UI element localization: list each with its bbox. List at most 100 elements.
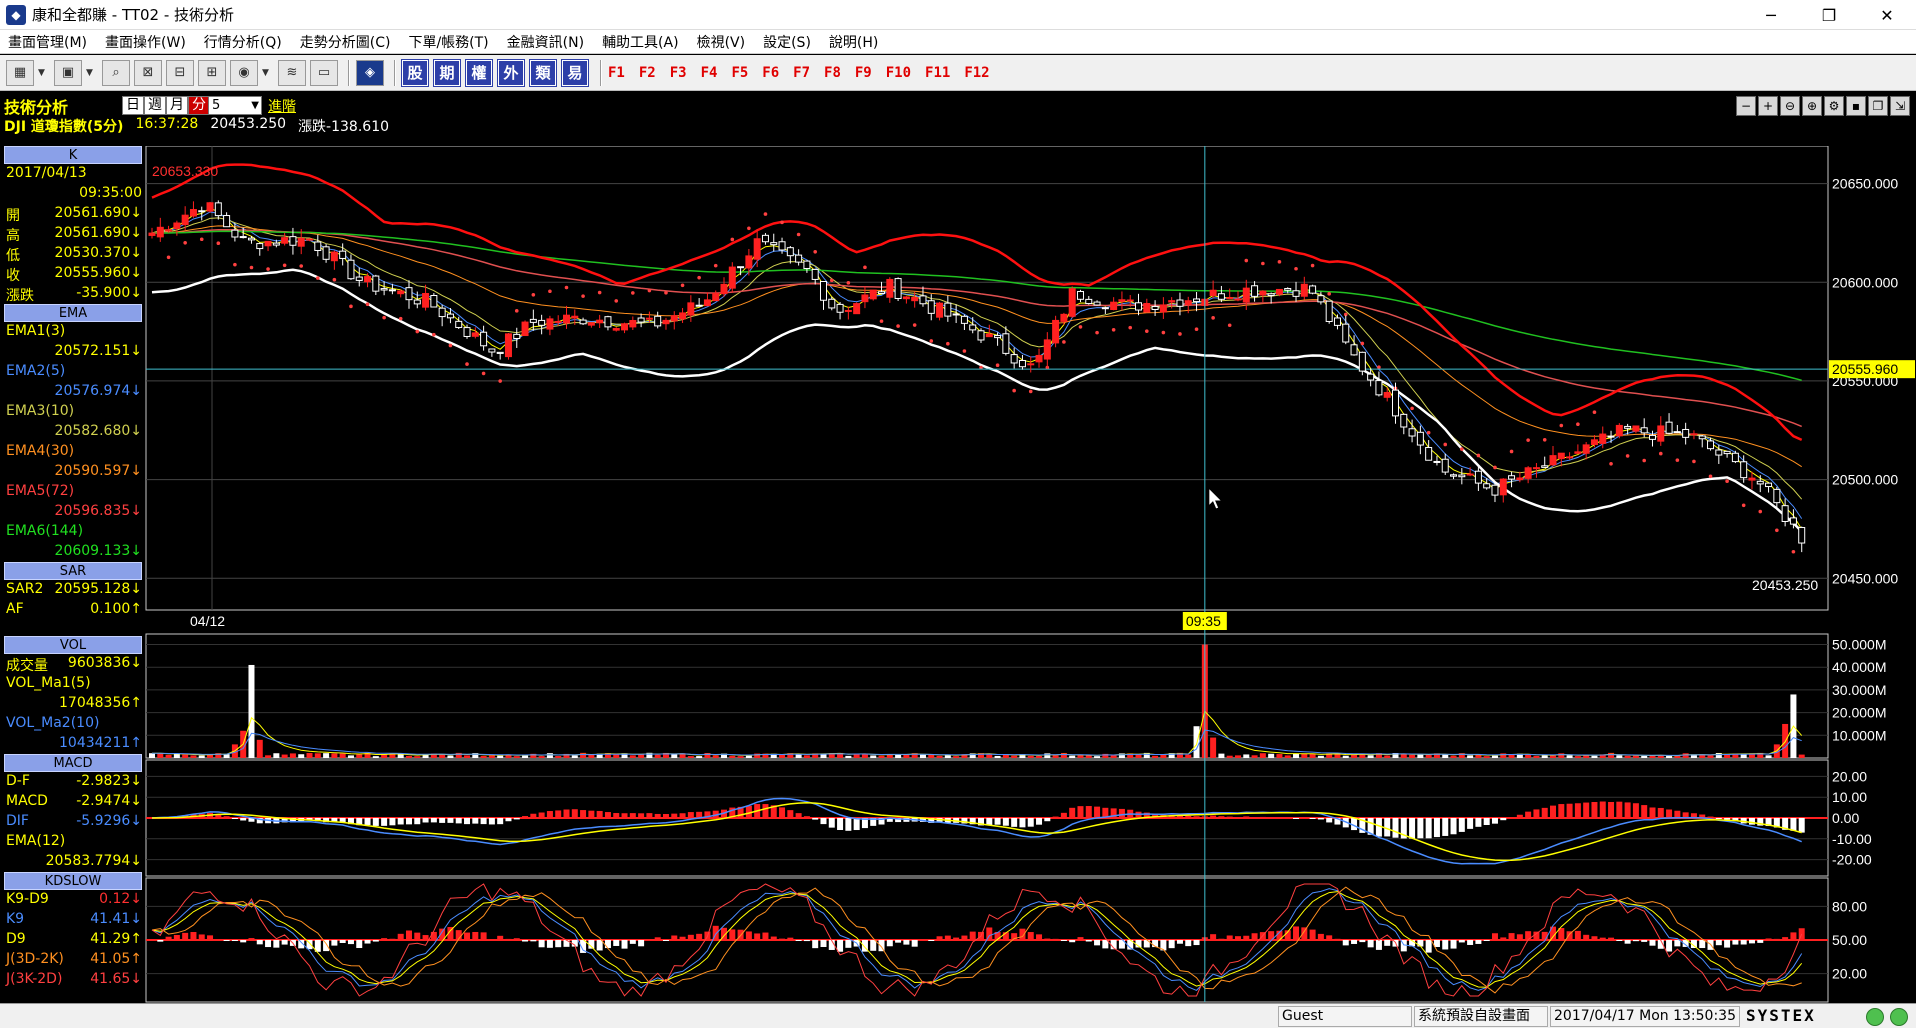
quick-stock-button[interactable]: 股 [401, 58, 429, 87]
candle-body [1060, 313, 1068, 322]
coin-icon[interactable]: ◉ [230, 59, 258, 86]
menu-screen-operate[interactable]: 畫面操作(W) [97, 32, 196, 52]
volume-bar [994, 755, 1001, 758]
interval-select[interactable]: 5 ▼ [208, 96, 262, 115]
panel-frame [145, 146, 1829, 611]
minimize-button[interactable]: ─ [1742, 0, 1800, 30]
kd-histogram-bar [422, 935, 429, 940]
candle-body [1168, 300, 1176, 303]
export-icon[interactable]: ⇲ [1890, 96, 1910, 116]
monitor-icon[interactable]: ▣ [54, 59, 82, 86]
candle-body [1002, 333, 1010, 354]
sar-dot [763, 212, 768, 216]
menu-financial-info[interactable]: 金融資訊(N) [499, 32, 594, 52]
menu-settings[interactable]: 設定(S) [755, 32, 821, 52]
search-icon[interactable]: ⌕ [102, 59, 130, 86]
kd-histogram-bar [538, 940, 545, 948]
menu-tools[interactable]: 輔助工具(A) [594, 32, 689, 52]
screen-icon[interactable]: ▭ [310, 59, 338, 86]
split-vertical-icon[interactable]: ⊞ [198, 59, 226, 86]
menu-screen-manage[interactable]: 畫面管理(M) [0, 32, 97, 52]
macd-axis-tick: 20.00 [1832, 768, 1867, 784]
volume-bar [928, 754, 935, 758]
macd-histogram-bar [1433, 818, 1440, 838]
macd-histogram-bar [488, 818, 495, 825]
fkey-f2[interactable]: F2 [639, 65, 656, 81]
menu-order-account[interactable]: 下單/帳務(T) [400, 32, 498, 52]
dropdown-arrow-icon[interactable]: ▼ [86, 68, 96, 78]
fkey-f8[interactable]: F8 [824, 65, 841, 81]
macd-histogram-bar [580, 810, 587, 818]
settings-icon[interactable]: ⚙ [1824, 96, 1844, 116]
volume-bar [256, 739, 263, 758]
fkey-f1[interactable]: F1 [608, 65, 625, 81]
quick-foreign-button[interactable]: 外 [497, 58, 525, 87]
period-tab-week[interactable]: 週 [144, 96, 166, 115]
save-icon[interactable]: ▪ [1846, 96, 1866, 116]
maximize-button[interactable]: ❐ [1800, 0, 1858, 30]
sar-dot [564, 285, 569, 290]
sar-dot [249, 265, 254, 270]
brand-logo-icon[interactable]: ◈ [356, 59, 384, 86]
candle-body [836, 303, 844, 313]
zoom-in-icon[interactable]: + [1758, 96, 1778, 116]
quick-futures-button[interactable]: 期 [433, 58, 461, 87]
advanced-link[interactable]: 進階 [268, 96, 296, 116]
candle-body [687, 302, 695, 316]
window-icon[interactable]: ❐ [1868, 96, 1888, 116]
fkey-f7[interactable]: F7 [793, 65, 810, 81]
sar-dot [995, 363, 1000, 368]
fkey-f11[interactable]: F11 [925, 65, 950, 81]
macd-histogram-bar [414, 818, 421, 825]
candle-body [1441, 458, 1449, 473]
kd-histogram-bar [1541, 931, 1548, 940]
macd-histogram-bar [480, 818, 487, 825]
sar-dot [1244, 258, 1249, 263]
candle-body [994, 335, 1002, 339]
menu-view[interactable]: 檢視(V) [689, 32, 756, 52]
menu-quote-analysis[interactable]: 行情分析(Q) [196, 32, 292, 52]
fkey-f6[interactable]: F6 [762, 65, 779, 81]
menu-help[interactable]: 說明(H) [821, 32, 888, 52]
fkey-f9[interactable]: F9 [855, 65, 872, 81]
candle-body [1267, 293, 1275, 297]
kd-histogram-bar [1467, 940, 1474, 945]
chart-area[interactable]: 20650.00020600.00020550.00020500.0002045… [0, 146, 1916, 1003]
macd-histogram-bar [1077, 806, 1084, 818]
quick-options-button[interactable]: 權 [465, 58, 493, 87]
close-button[interactable]: ✕ [1858, 0, 1916, 30]
macd-histogram-bar [1044, 818, 1051, 822]
sar-dot [1211, 316, 1215, 320]
period-tab-day[interactable]: 日 [122, 96, 144, 115]
candle-body [1698, 435, 1706, 440]
fkey-f10[interactable]: F10 [886, 65, 911, 81]
candle-body [1508, 475, 1516, 480]
sar-dot [1360, 341, 1365, 346]
zoom-out-icon[interactable]: − [1736, 96, 1756, 116]
volume-bar [198, 755, 205, 758]
fkey-f12[interactable]: F12 [964, 65, 989, 81]
period-tab-month[interactable]: 月 [166, 96, 188, 115]
candle-body [1110, 301, 1118, 311]
candle-body [223, 215, 231, 228]
layers-icon[interactable]: ≋ [278, 59, 306, 86]
volume-bar [1044, 753, 1051, 758]
menu-trend-chart[interactable]: 走勢分析圖(C) [292, 32, 401, 52]
magnify-plus-icon[interactable]: ⊕ [1802, 96, 1822, 116]
kd-histogram-bar [339, 940, 346, 944]
period-tab-minute[interactable]: 分 [188, 96, 210, 115]
close-window-icon[interactable]: ⊠ [134, 59, 162, 86]
split-horizontal-icon[interactable]: ⊟ [166, 59, 194, 86]
dropdown-arrow-icon[interactable]: ▼ [262, 68, 272, 78]
fkey-f3[interactable]: F3 [670, 65, 687, 81]
candle-body [902, 296, 910, 300]
macd-histogram-bar [1500, 818, 1507, 821]
dropdown-arrow-icon[interactable]: ▼ [38, 68, 48, 78]
quick-easy-button[interactable]: 易 [561, 58, 589, 87]
quick-sector-button[interactable]: 類 [529, 58, 557, 87]
fkey-f5[interactable]: F5 [731, 65, 748, 81]
magnify-minus-icon[interactable]: ⊖ [1780, 96, 1800, 116]
fkey-f4[interactable]: F4 [701, 65, 718, 81]
chart-window-icon[interactable]: ▦ [6, 59, 34, 86]
status-layout[interactable]: 系統預設自設畫面 [1414, 1006, 1548, 1027]
